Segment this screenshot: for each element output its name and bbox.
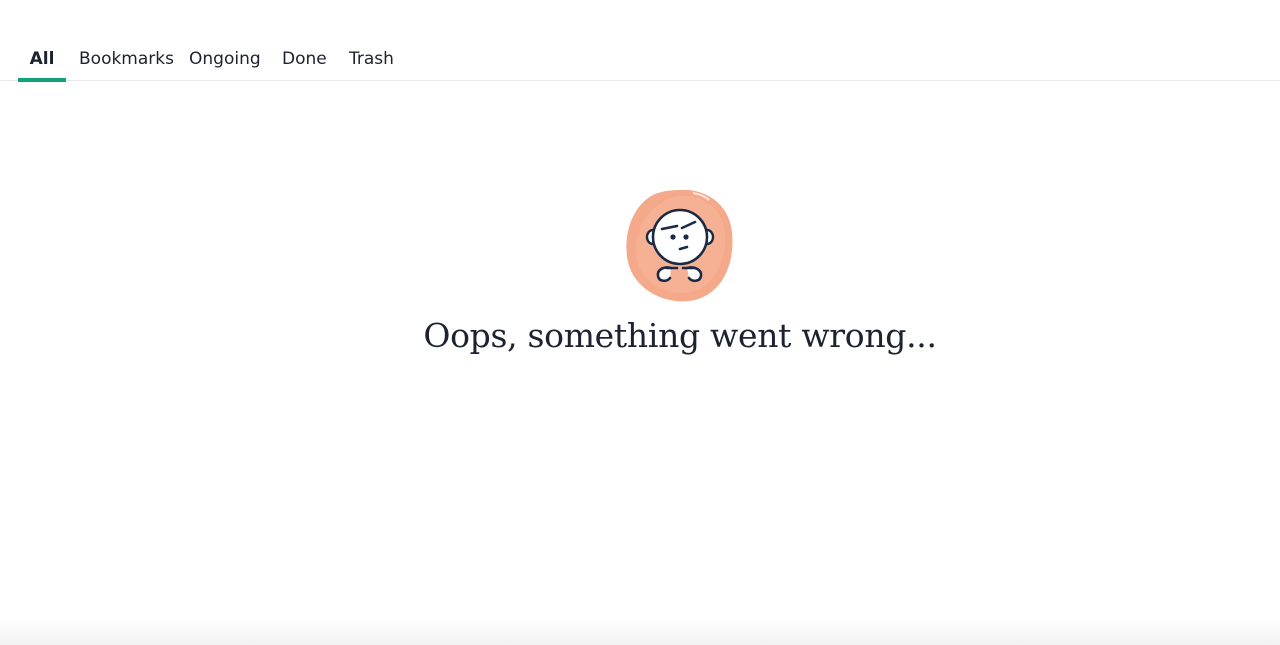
tab-ongoing[interactable]: Ongoing [189, 48, 261, 81]
bottom-shadow [0, 619, 1280, 645]
tab-all[interactable]: All [18, 48, 66, 82]
tab-bookmarks[interactable]: Bookmarks [79, 48, 174, 81]
tab-all-label: All [29, 49, 55, 69]
confused-face-icon [625, 188, 735, 304]
error-message: Oops, something went wrong... [423, 316, 937, 355]
tab-bookmarks-label: Bookmarks [79, 49, 174, 69]
tab-done-label: Done [282, 49, 327, 69]
tab-bar: All Bookmarks Ongoing Done Trash [0, 40, 1280, 82]
tab-done[interactable]: Done [282, 48, 327, 81]
tab-trash-label: Trash [349, 49, 394, 69]
tab-trash[interactable]: Trash [349, 48, 394, 81]
tab-ongoing-label: Ongoing [189, 49, 261, 69]
active-tab-indicator [18, 78, 66, 82]
